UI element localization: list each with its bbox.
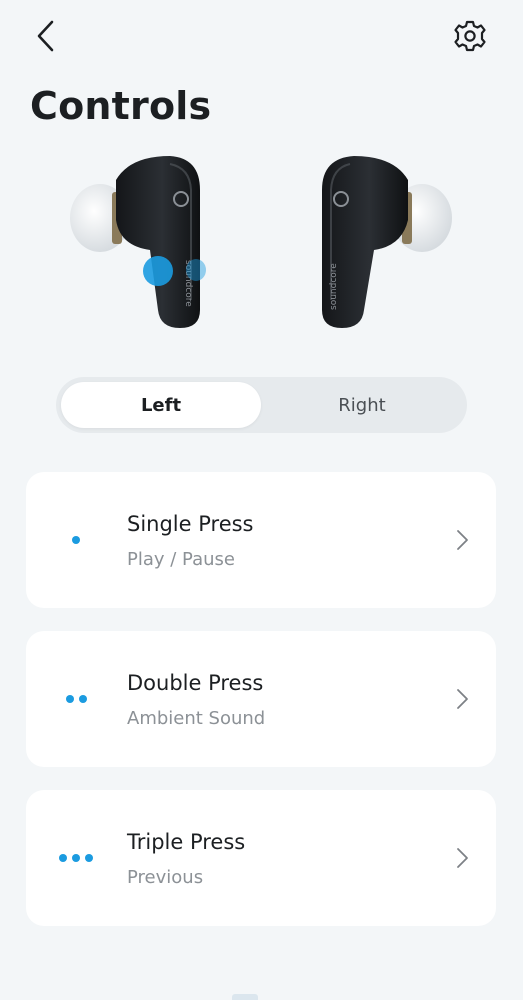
page-title: Controls — [30, 84, 212, 128]
control-title: Triple Press — [127, 830, 246, 854]
back-button[interactable] — [26, 14, 66, 58]
chevron-right-icon — [457, 530, 468, 550]
control-action: Previous — [127, 867, 204, 888]
chevron-left-icon — [37, 20, 54, 52]
double-dot-icon — [26, 631, 126, 767]
chevron-right-icon — [457, 689, 468, 709]
control-title: Double Press — [127, 671, 264, 695]
control-action: Ambient Sound — [127, 708, 266, 729]
top-bar — [0, 0, 523, 75]
single-dot-icon — [26, 472, 126, 608]
triple-dot-icon — [26, 790, 126, 926]
left-earbud: soundcore — [70, 156, 206, 328]
settings-button[interactable] — [448, 14, 492, 58]
control-action: Play / Pause — [127, 549, 235, 570]
left-earbud-touch-indicator — [143, 256, 173, 286]
gear-icon — [454, 20, 486, 52]
side-tab-right[interactable]: Right — [262, 382, 462, 428]
control-card-single-press[interactable]: Single Press Play / Pause — [26, 472, 496, 608]
control-card-double-press[interactable]: Double Press Ambient Sound — [26, 631, 496, 767]
right-earbud: soundcore — [322, 156, 452, 328]
chevron-right-icon — [457, 848, 468, 868]
earbuds-illustration: soundcore soundcore — [70, 156, 452, 328]
control-card-triple-press[interactable]: Triple Press Previous — [26, 790, 496, 926]
bottom-scroll-hint — [232, 994, 258, 1000]
side-tab-left[interactable]: Left — [61, 382, 261, 428]
right-earbud-logo: soundcore — [329, 263, 339, 310]
control-title: Single Press — [127, 512, 254, 536]
side-selector: Left Right — [56, 377, 467, 433]
